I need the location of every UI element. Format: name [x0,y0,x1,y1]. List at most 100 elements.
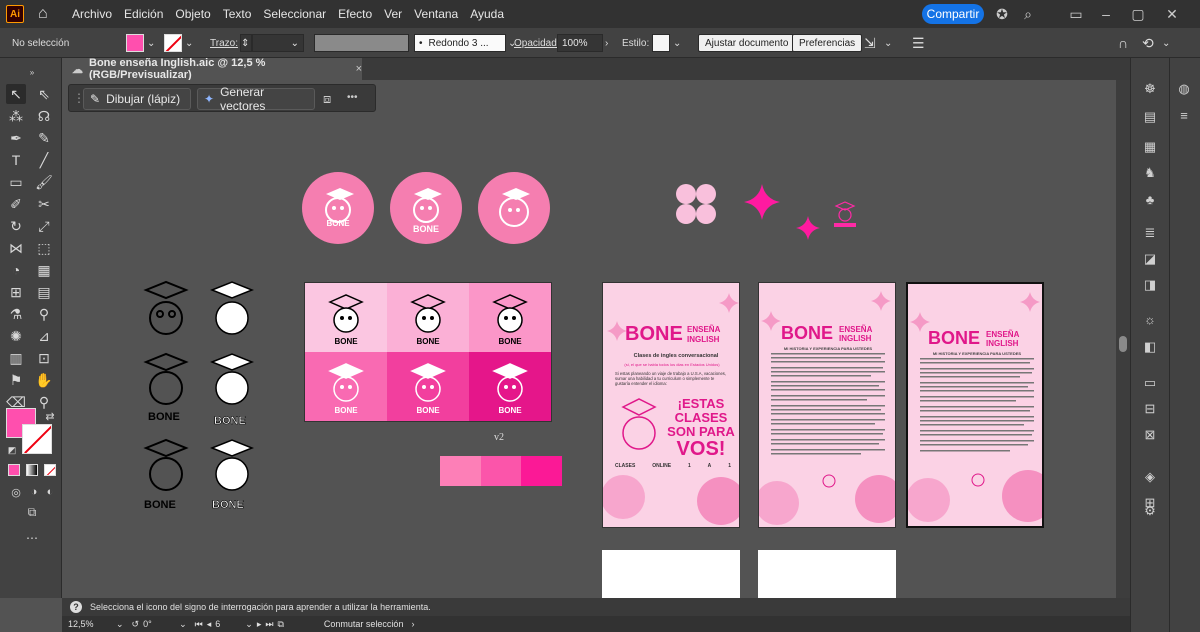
opacity-chevron-icon[interactable]: › [605,38,608,49]
adjust-icon[interactable]: ≡ [1175,106,1193,124]
column-graph-tool-icon[interactable]: ▥ [6,348,26,368]
canvas[interactable]: ⋮ ✎ Dibujar (lápiz) ✦ Generar vectores ⧈ •… [62,80,1116,598]
circle-logo-1[interactable]: BONE [302,172,374,244]
menu-efecto[interactable]: Efecto [338,7,372,21]
help-icon[interactable]: ? [70,601,82,613]
direct-selection-tool-icon[interactable]: ⇖ [34,84,54,104]
line-tool-icon[interactable]: ╱ [34,150,54,170]
document-tab[interactable]: ☁ Bone enseña Inglish.aic @ 12,5 % (RGB/… [62,57,362,81]
color-mode-button[interactable] [8,464,20,476]
zoom-chevron-icon[interactable]: ⌄ [116,619,124,630]
swatches-icon[interactable]: ▦ [1141,138,1159,156]
stroke-swatch[interactable] [164,34,182,52]
scroll-thumb[interactable] [1119,336,1127,352]
draw-inside-icon[interactable]: ◐ [40,482,60,502]
artboard-tool-icon[interactable]: ⊡ [34,348,54,368]
paintbrush-tool-icon[interactable]: 🖌 [34,172,54,192]
gradient-mode-button[interactable] [26,464,38,476]
transform-panel-icon[interactable]: ⊠ [1141,426,1159,444]
last-artboard-icon[interactable]: ⏭ [265,619,273,630]
free-transform-tool-icon[interactable]: ⬚ [34,238,54,258]
maximize-icon[interactable]: ▢ [1130,6,1146,22]
comments-icon[interactable]: ▭ [1141,374,1159,392]
graphic-styles-icon[interactable]: ◧ [1141,338,1159,356]
menu-edicin[interactable]: Edición [124,7,163,21]
rotation-field[interactable]: 0° [143,619,179,629]
blank-artboard-1[interactable] [602,550,740,598]
menu-objeto[interactable]: Objeto [175,7,210,21]
swatch-3[interactable] [521,456,563,486]
rectangle-tool-icon[interactable]: ▭ [6,172,26,192]
blend-tool-icon[interactable]: ⚗ [6,304,26,324]
align-chevron-icon[interactable]: ⌄ [884,34,892,52]
style-swatch[interactable] [652,34,670,52]
poster-3[interactable]: BONE ENSEÑA INGLISH MI HISTORIA Y EXPERI… [906,282,1044,528]
brushes-icon[interactable]: ♞ [1141,164,1159,182]
properties-icon[interactable]: ☸ [1141,80,1159,98]
artboard-nav-icon[interactable]: ⧉ [277,619,283,630]
lasso-tool-icon[interactable]: ☊ [34,106,54,126]
selection-tool-icon[interactable]: ↖ [6,84,26,104]
transform-chevron-icon[interactable]: ⌄ [1162,34,1170,52]
color-swatches[interactable] [440,456,563,486]
stroke-weight-input[interactable]: ⌄ [252,34,304,52]
draw-pencil-button[interactable]: ✎ Dibujar (lápiz) [83,88,191,110]
search-icon[interactable]: ⌕ [1020,6,1036,22]
menu-ayuda[interactable]: Ayuda [470,7,504,21]
color-icon[interactable]: ◍ [1175,80,1193,98]
stroke-panel-icon[interactable]: ≣ [1141,224,1159,242]
pen-tool-icon[interactable]: ✒ [6,128,26,148]
menu-ver[interactable]: Ver [384,7,402,21]
magnet-icon[interactable]: ∩ [1118,34,1128,52]
opacity-input[interactable]: 100% [557,34,603,52]
gradient-tool-icon[interactable]: ▤ [34,282,54,302]
gradient-panel-icon[interactable]: ◪ [1141,250,1159,268]
minimize-icon[interactable]: – [1098,6,1114,22]
menu-seleccionar[interactable]: Seleccionar [263,7,326,21]
status-chevron-icon[interactable]: › [411,619,414,629]
generate-vectors-button[interactable]: ✦ Generar vectores [197,85,315,113]
draw-normal-icon[interactable]: ◎ [6,482,26,502]
align-icon[interactable]: ⇲ [864,34,876,52]
brush-definition[interactable]: • Redondo 3 ... [414,34,506,52]
puppet-warp-tool-icon[interactable]: ⚑ [6,370,26,390]
none-mode-button[interactable] [44,464,56,476]
poster-2[interactable]: BONE ENSEÑA INGLISH MI HISTORIA Y EXPERI… [758,282,896,528]
circle-logo-2[interactable]: BONE [390,172,462,244]
scissors-tool-icon[interactable]: ✂ [34,194,54,214]
first-artboard-icon[interactable]: ⏮ [195,619,203,630]
artboards-panel-icon[interactable]: ⊟ [1141,400,1159,418]
zoom-field[interactable]: 12,5% [68,619,116,629]
stroke-weight-stepper[interactable]: ⇕ [240,34,252,52]
logo-color-grid[interactable]: BONE BONE BONE BONE BONE BONE [304,282,552,422]
swap-colors-icon[interactable]: ⇄ [40,406,60,426]
variable-width-profile[interactable] [314,34,409,52]
rotation-chevron-icon[interactable]: ⌄ [179,619,187,630]
artboard-chevron-icon[interactable]: ⌄ [245,619,253,630]
hand-tool-icon[interactable]: ✋ [34,370,54,390]
menu-ventana[interactable]: Ventana [414,7,458,21]
stroke-chevron-icon[interactable]: ⌄ [185,38,193,49]
close-window-icon[interactable]: ✕ [1164,6,1180,22]
menu-lines-icon[interactable]: ☰ [912,34,925,52]
image-icon[interactable]: ⧈ [323,91,331,107]
rotate-view-icon[interactable]: ↺ [132,619,140,630]
default-colors-icon[interactable]: ◩ [2,440,22,460]
edit-toolbar-icon[interactable]: ⋯ [22,528,42,548]
eyedropper-tool-icon[interactable]: ⚲ [34,304,54,324]
libraries-icon[interactable]: ▤ [1141,108,1159,126]
type-tool-icon[interactable]: T [6,150,26,170]
close-tab-icon[interactable]: × [356,63,362,75]
home-icon[interactable]: ⌂ [38,6,54,22]
swatch-2[interactable] [480,456,522,486]
shape-builder-tool-icon[interactable]: ◔ [6,260,26,280]
style-chevron-icon[interactable]: ⌄ [673,38,681,49]
perspective-grid-tool-icon[interactable]: ▦ [34,260,54,280]
share-button[interactable]: Compartir [922,4,984,24]
collapse-panel-icon[interactable]: » [22,62,42,82]
appearance-icon[interactable]: ☼ [1141,310,1159,328]
learn-icon[interactable]: ✪ [994,6,1010,22]
slice-tool-icon[interactable]: ⊿ [34,326,54,346]
previous-artboard-icon[interactable]: ◂ [207,619,212,630]
blank-artboard-2[interactable] [758,550,896,598]
